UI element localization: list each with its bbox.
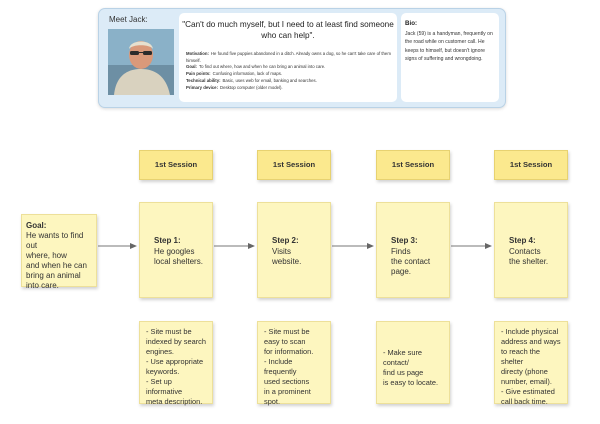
flow-arrows [98, 243, 492, 249]
